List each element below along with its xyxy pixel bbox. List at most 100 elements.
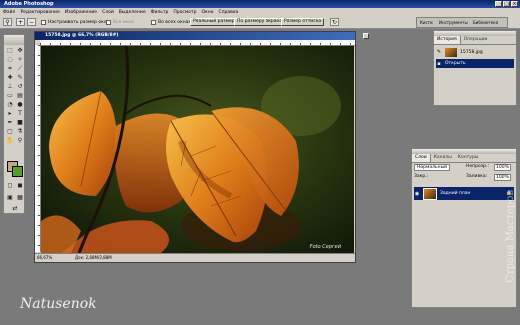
photo-credit-text: Foto Сергей xyxy=(310,244,342,250)
background-color-swatch[interactable] xyxy=(12,166,23,177)
screen-mode-icon[interactable]: ▣ xyxy=(5,193,15,202)
menu-select[interactable]: Выделение xyxy=(119,10,146,15)
app-title-bar: Adobe Photoshop _ □ × xyxy=(0,0,520,8)
slice-tool-icon[interactable]: ⟋ xyxy=(15,64,25,73)
snapshot-name: 15758.jpg xyxy=(460,49,483,55)
window-controls: _ □ × xyxy=(495,1,518,7)
zoom-tool-icon[interactable]: ⚲ xyxy=(3,18,12,26)
layer-thumbnail xyxy=(423,187,437,200)
history-snapshot[interactable]: ✎ 15758.jpg xyxy=(436,46,514,58)
refresh-icon[interactable]: ↻ xyxy=(330,18,339,26)
print-size-button[interactable]: Размер оттиска xyxy=(281,18,325,26)
marquee-tool-icon[interactable]: ⬚ xyxy=(5,46,15,55)
zoom-out-icon[interactable]: − xyxy=(27,18,36,26)
menu-bar: Файл Редактирование Изображение Слой Выд… xyxy=(0,8,520,16)
fit-screen-button[interactable]: По размеру экрана xyxy=(234,18,286,26)
autumn-leaves-photo: Foto Сергей xyxy=(41,46,354,253)
menu-layer[interactable]: Слой xyxy=(102,10,114,15)
menu-window[interactable]: Окно xyxy=(202,10,214,15)
open-step-icon: ▪ xyxy=(437,60,441,67)
doc-close-button[interactable] xyxy=(363,33,369,39)
layer-background[interactable]: ◉ Задний план 🔒 xyxy=(414,187,514,200)
watermark-text: Страна Мастеров xyxy=(505,190,516,283)
history-panel: История Операции ✎ 15758.jpg ▪ Открыть xyxy=(433,30,517,106)
toolbox-header xyxy=(4,35,24,45)
close-button[interactable]: × xyxy=(511,1,518,7)
tab-layers[interactable]: Слои xyxy=(412,154,431,162)
layer-options: Нормальный Непрозр.: 100% Закр.: Заливка… xyxy=(414,164,514,184)
palette-tab-library[interactable]: Библиотека xyxy=(473,20,498,25)
document-window: 15758.jpg @ 66,7% (RGB/8#) Foto Сергей 6… xyxy=(34,31,369,263)
type-tool-icon[interactable]: T xyxy=(15,109,25,118)
magic-wand-icon[interactable]: ✧ xyxy=(15,55,25,64)
minimize-button[interactable]: _ xyxy=(495,1,502,7)
standard-mode-icon[interactable]: ◻ xyxy=(5,181,15,190)
image-canvas[interactable]: Foto Сергей xyxy=(41,46,354,253)
snapshot-thumbnail xyxy=(445,47,457,57)
brush-tool-icon[interactable]: ✎ xyxy=(15,73,25,82)
move-tool-icon[interactable]: ✥ xyxy=(15,46,25,55)
document-title: 15758.jpg @ 66,7% (RGB/8#) xyxy=(45,33,119,38)
stamp-tool-icon[interactable]: ⊥ xyxy=(5,82,15,91)
zoom-level[interactable]: 66,67% xyxy=(37,255,52,261)
menu-file[interactable]: Файл xyxy=(3,10,15,15)
menu-help[interactable]: Справка xyxy=(218,10,238,15)
zoom-all-windows-label: Во всех окнах xyxy=(158,20,192,25)
eyedropper-icon[interactable]: ⚗ xyxy=(15,127,25,136)
menu-edit[interactable]: Редактирование xyxy=(20,10,59,15)
hand-tool-icon[interactable]: ✋ xyxy=(5,136,15,145)
document-info: Док: 2,88М/2,88М xyxy=(75,255,112,260)
history-brush-source-icon[interactable]: ✎ xyxy=(436,49,442,55)
palette-tab-tools[interactable]: Инструменты xyxy=(439,20,468,25)
opacity-label: Непрозр.: xyxy=(466,164,489,169)
tab-channels[interactable]: Каналы xyxy=(431,154,455,162)
menu-view[interactable]: Просмотр xyxy=(173,10,196,15)
tab-history[interactable]: История xyxy=(434,36,461,44)
signature-text: Natusenok xyxy=(20,296,97,312)
zoom-all-windows-checkbox[interactable] xyxy=(151,20,156,25)
app-title: Adobe Photoshop xyxy=(4,1,54,7)
tab-paths[interactable]: Контуры xyxy=(455,154,482,162)
blend-mode-select[interactable]: Нормальный xyxy=(414,164,451,171)
zoom-tool-box-icon[interactable]: ⚲ xyxy=(15,136,25,145)
palette-tab-brushes[interactable]: Кисти xyxy=(420,20,433,25)
tab-actions[interactable]: Операции xyxy=(461,36,491,44)
eraser-tool-icon[interactable]: ▭ xyxy=(5,91,15,100)
layer-name: Задний план xyxy=(440,191,471,196)
maximize-button[interactable]: □ xyxy=(503,1,510,7)
zoom-in-icon[interactable]: + xyxy=(16,18,25,26)
history-step-label: Открыть xyxy=(445,61,466,66)
blur-tool-icon[interactable]: ◔ xyxy=(5,100,15,109)
resize-windows-checkbox[interactable] xyxy=(41,20,46,25)
lasso-tool-icon[interactable]: ◌ xyxy=(5,55,15,64)
quick-mask-icon[interactable]: ◼ xyxy=(15,181,25,190)
resize-windows-label: Настраивать размер окон xyxy=(48,20,110,25)
path-select-icon[interactable]: ▸ xyxy=(5,109,15,118)
visibility-eye-icon[interactable]: ◉ xyxy=(414,191,420,197)
all-windows-checkbox[interactable] xyxy=(106,20,111,25)
gradient-tool-icon[interactable]: ▤ xyxy=(15,91,25,100)
fill-input[interactable]: 100% xyxy=(494,174,511,181)
menu-image[interactable]: Изображение xyxy=(65,10,97,15)
lock-label: Закр.: xyxy=(414,174,429,179)
notes-tool-icon[interactable]: ▢ xyxy=(5,127,15,136)
palette-well: Кисти Инструменты Библиотека xyxy=(416,17,508,28)
jump-to-imageready-icon[interactable]: ⇄ xyxy=(10,204,20,213)
all-windows-label: Все окна xyxy=(113,20,134,25)
pen-tool-icon[interactable]: ✒ xyxy=(5,118,15,127)
crop-tool-icon[interactable]: ⌗ xyxy=(5,64,15,73)
history-step[interactable]: ▪ Открыть xyxy=(436,59,514,68)
opacity-input[interactable]: 100% xyxy=(494,164,511,171)
history-brush-icon[interactable]: ↺ xyxy=(15,82,25,91)
actual-pixels-button[interactable]: Реальный размер xyxy=(190,18,238,26)
document-status-bar: 66,67% Док: 2,88М/2,88М xyxy=(35,253,355,262)
fullscreen-mode-icon[interactable]: ▦ xyxy=(15,193,25,202)
menu-filter[interactable]: Фильтр xyxy=(151,10,169,15)
layers-panel: Слои Каналы Контуры Нормальный Непрозр.:… xyxy=(411,148,517,308)
toolbox: ⬚ ✥ ◌ ✧ ⌗ ⟋ ✚ ✎ ⊥ ↺ ▭ ▤ ◔ ● ▸ T ✒ ■ ▢ ⚗ … xyxy=(3,34,25,214)
dodge-tool-icon[interactable]: ● xyxy=(15,100,25,109)
healing-brush-icon[interactable]: ✚ xyxy=(5,73,15,82)
fill-label: Заливка: xyxy=(466,174,488,179)
document-title-bar: 15758.jpg @ 66,7% (RGB/8#) xyxy=(35,32,369,40)
shape-tool-icon[interactable]: ■ xyxy=(15,118,25,127)
